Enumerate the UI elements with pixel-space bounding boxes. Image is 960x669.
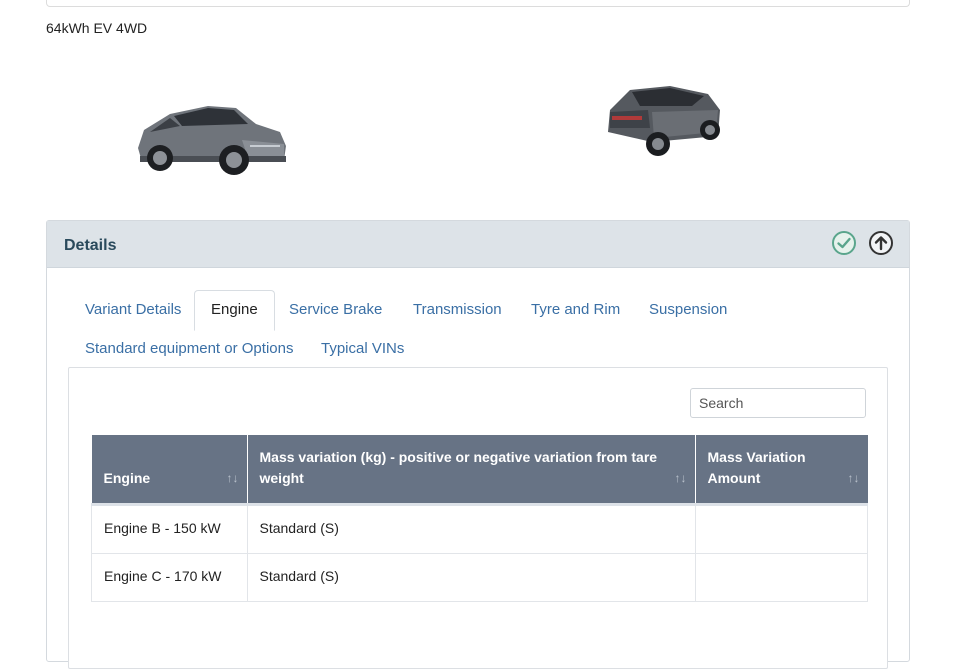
cell-mass-variation: Standard (S)	[246, 504, 696, 554]
table-header-row: Engine ↑↓ Mass variation (kg) - positive…	[91, 435, 868, 506]
tab-suspension[interactable]: Suspension	[649, 301, 727, 318]
tab-typical-vins[interactable]: Typical VINs	[321, 340, 404, 357]
arrow-up-circle-icon[interactable]	[868, 230, 894, 256]
variant-label: 64kWh EV 4WD	[46, 20, 148, 36]
column-header-mass-variation[interactable]: Mass variation (kg) - positive or negati…	[247, 435, 696, 506]
engine-table: Engine ↑↓ Mass variation (kg) - positive…	[91, 435, 868, 602]
column-header-label: Engine	[103, 470, 151, 486]
column-header-label: Mass variation (kg) - positive or negati…	[259, 449, 658, 486]
details-title: Details	[64, 237, 117, 254]
column-header-engine[interactable]: Engine ↑↓	[91, 435, 248, 506]
tab-transmission[interactable]: Transmission	[413, 301, 502, 318]
cell-amount	[694, 553, 868, 602]
tab-variant-details[interactable]: Variant Details	[85, 301, 181, 318]
tab-service-brake[interactable]: Service Brake	[289, 301, 382, 318]
details-header[interactable]: Details	[47, 221, 909, 268]
sort-arrows-icon[interactable]: ↑↓	[848, 468, 860, 489]
sort-arrows-icon[interactable]: ↑↓	[227, 468, 239, 489]
cell-amount	[694, 504, 868, 554]
check-circle-icon	[832, 231, 856, 255]
tab-standard-equipment[interactable]: Standard equipment or Options	[85, 340, 293, 357]
column-header-mass-amount[interactable]: Mass Variation Amount ↑↓	[695, 435, 868, 506]
cell-engine: Engine C - 170 kW	[91, 553, 248, 602]
sort-arrows-icon[interactable]: ↑↓	[675, 468, 687, 489]
tab-engine[interactable]: Engine	[194, 290, 275, 331]
cell-engine: Engine B - 150 kW	[91, 504, 248, 554]
car-front-image	[138, 106, 286, 175]
engine-table-card: Engine ↑↓ Mass variation (kg) - positive…	[68, 367, 888, 669]
search-input[interactable]	[690, 388, 866, 418]
cell-mass-variation: Standard (S)	[246, 553, 696, 602]
table-row: Engine C - 170 kW Standard (S)	[91, 553, 868, 602]
table-row: Engine B - 150 kW Standard (S)	[91, 504, 868, 554]
details-panel: Details Variant Details Engine Service B…	[46, 220, 910, 669]
column-header-label: Mass Variation Amount	[707, 449, 806, 486]
tab-tyre-and-rim[interactable]: Tyre and Rim	[531, 301, 620, 318]
car-rear-image	[608, 86, 720, 156]
previous-section-card	[46, 0, 910, 7]
